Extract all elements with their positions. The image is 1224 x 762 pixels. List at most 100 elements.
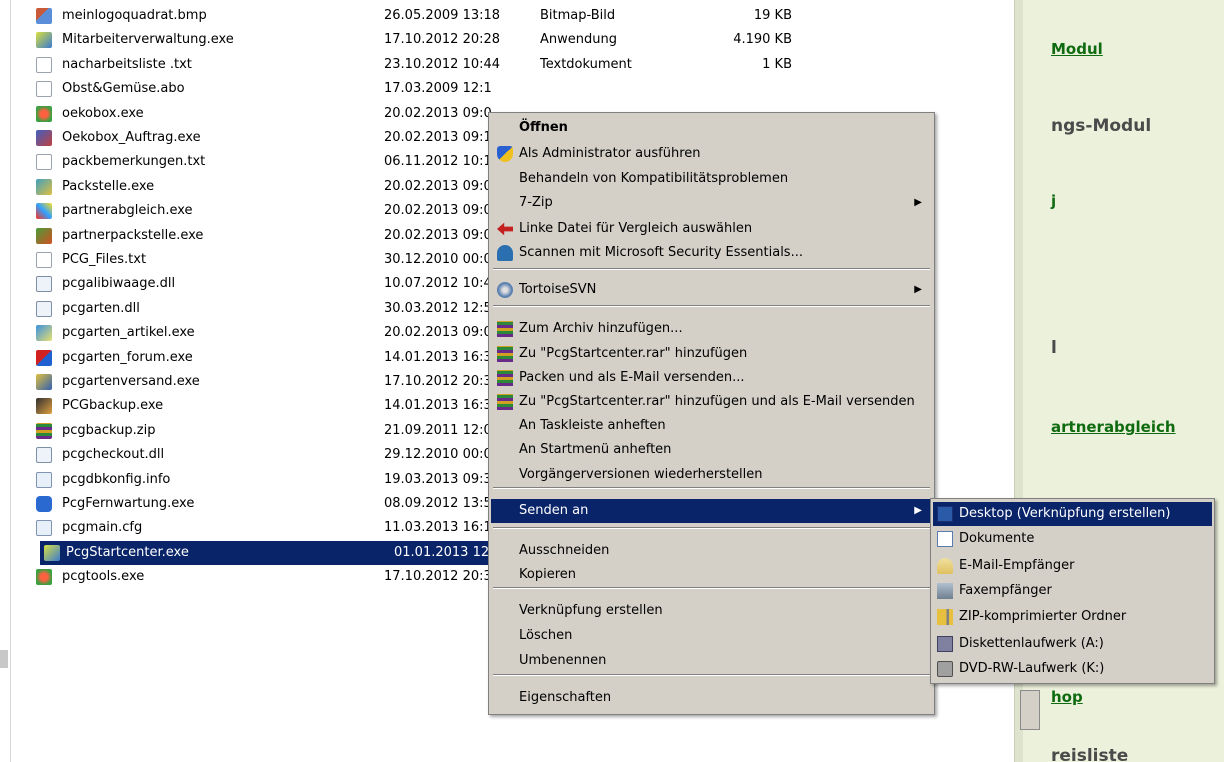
menu-item-dvd-rw-laufwerk-k[interactable]: DVD-RW-Laufwerk (K:) bbox=[933, 657, 1212, 681]
menu-item-vorgängerversionen-wiederherstellen[interactable]: Vorgängerversionen wiederherstellen bbox=[491, 463, 932, 487]
file-date: 23.10.2012 10:44 bbox=[384, 57, 501, 72]
menu-separator bbox=[493, 674, 930, 676]
file-name: pcgbackup.zip bbox=[62, 423, 156, 438]
menu-item-e-mail-empfänger[interactable]: E-Mail-Empfänger bbox=[933, 554, 1212, 578]
menu-item-verknüpfung-erstellen[interactable]: Verknüpfung erstellen bbox=[491, 599, 932, 623]
file-row[interactable]: nacharbeitsliste .txt 23.10.2012 10:44 Tex… bbox=[30, 53, 990, 77]
menu-item-label: E-Mail-Empfänger bbox=[959, 558, 1075, 573]
menu-item-label: Senden an bbox=[519, 503, 589, 518]
menu-item-label: An Taskleiste anheften bbox=[519, 418, 666, 433]
file-row[interactable]: Mitarbeiterverwaltung.exe 17.10.2012 20:2… bbox=[30, 28, 990, 52]
menu-item-ausschneiden[interactable]: Ausschneiden bbox=[491, 539, 932, 563]
file-name: partnerpackstelle.exe bbox=[62, 228, 204, 243]
menu-item-zum-archiv-hinzufügen[interactable]: Zum Archiv hinzufügen... bbox=[491, 317, 932, 341]
menu-item-kopieren[interactable]: Kopieren bbox=[491, 563, 932, 587]
file-date: 20.02.2013 09:0 bbox=[384, 203, 492, 218]
file-name: PCGbackup.exe bbox=[62, 398, 164, 413]
submenu-arrow-icon: ▶ bbox=[914, 197, 922, 208]
menu-item-scannen-mit-microsoft-security-essentials[interactable]: Scannen mit Microsoft Security Essential… bbox=[491, 241, 932, 265]
menu-item-öffnen[interactable]: Öffnen bbox=[491, 116, 932, 140]
file-row[interactable]: meinlogoquadrat.bmp 26.05.2009 13:18 Bitma… bbox=[30, 4, 990, 28]
file-date: 20.02.2013 09:0 bbox=[384, 106, 492, 121]
file-date: 14.01.2013 16:3 bbox=[384, 350, 492, 365]
file-name: partnerabgleich.exe bbox=[62, 203, 193, 218]
winrar-icon bbox=[497, 394, 513, 410]
menu-item-label: Vorgängerversionen wiederherstellen bbox=[519, 467, 763, 482]
file-name: PCG_Files.txt bbox=[62, 252, 147, 267]
dll-icon bbox=[36, 276, 52, 292]
sendto-submenu: Desktop (Verknüpfung erstellen) Dokumente… bbox=[930, 498, 1215, 684]
menu-item-label: Löschen bbox=[519, 628, 573, 643]
application-icon bbox=[36, 179, 52, 195]
winrar-icon bbox=[497, 321, 513, 337]
file-date: 10.07.2012 10:4 bbox=[384, 276, 492, 291]
file-name: PcgStartcenter.exe bbox=[66, 545, 189, 560]
menu-item-an-startmenü-anheften[interactable]: An Startmenü anheften bbox=[491, 438, 932, 462]
application-icon bbox=[36, 374, 52, 390]
menu-item-linke-datei-für-vergleich-auswählen[interactable]: Linke Datei für Vergleich auswählen bbox=[491, 217, 932, 241]
menu-item-zip-komprimierter-ordner[interactable]: ZIP-komprimierter Ordner bbox=[933, 605, 1212, 629]
menu-item-faxempfänger[interactable]: Faxempfänger bbox=[933, 579, 1212, 603]
application-icon bbox=[36, 228, 52, 244]
dll-icon bbox=[36, 301, 52, 317]
menu-item-eigenschaften[interactable]: Eigenschaften bbox=[491, 686, 932, 710]
fax-icon bbox=[937, 583, 953, 599]
file-name: pcgarten_artikel.exe bbox=[62, 325, 195, 340]
application-icon bbox=[36, 398, 52, 414]
application-icon bbox=[36, 106, 52, 122]
menu-item-label: Zu "PcgStartcenter.rar" hinzufügen und a… bbox=[519, 394, 915, 409]
menu-item-zu-pcgstartcenter-rar-hinzufügen[interactable]: Zu "PcgStartcenter.rar" hinzufügen bbox=[491, 342, 932, 366]
menu-item-label: Zum Archiv hinzufügen... bbox=[519, 321, 683, 336]
file-date: 17.03.2009 12:1 bbox=[384, 81, 492, 96]
panel-link-shop[interactable]: hop bbox=[1051, 688, 1083, 706]
file-date: 20.02.2013 09:0 bbox=[384, 179, 492, 194]
panel-link-modul[interactable]: Modul bbox=[1051, 40, 1103, 58]
left-scrollbar-strip[interactable] bbox=[0, 0, 11, 762]
file-name: Obst&Gemüse.abo bbox=[62, 81, 185, 96]
file-name: meinlogoquadrat.bmp bbox=[62, 8, 207, 23]
menu-item-umbenennen[interactable]: Umbenennen bbox=[491, 649, 932, 673]
panel-link-j[interactable]: j bbox=[1051, 192, 1056, 210]
menu-item-label: 7-Zip bbox=[519, 195, 553, 210]
file-date: 17.10.2012 20:28 bbox=[384, 32, 501, 47]
menu-item-an-taskleiste-anheften[interactable]: An Taskleiste anheften bbox=[491, 414, 932, 438]
menu-item-tortoisesvn[interactable]: TortoiseSVN ▶ bbox=[491, 278, 932, 302]
file-date: 30.03.2012 12:5 bbox=[384, 301, 492, 316]
teamviewer-icon bbox=[36, 496, 52, 512]
menu-item-zu-pcgstartcenter-rar-hinzufügen-und-als-e-mail-versenden[interactable]: Zu "PcgStartcenter.rar" hinzufügen und a… bbox=[491, 390, 932, 414]
menu-item-desktop-verknüpfung-erstellen[interactable]: Desktop (Verknüpfung erstellen) bbox=[933, 502, 1212, 526]
file-row[interactable]: Obst&Gemüse.abo 17.03.2009 12:1 bbox=[30, 77, 990, 101]
file-name: pcgarten.dll bbox=[62, 301, 140, 316]
menu-separator bbox=[493, 487, 930, 489]
menu-item-7-zip[interactable]: 7-Zip ▶ bbox=[491, 191, 932, 215]
uac-shield-icon bbox=[497, 146, 513, 162]
file-date: 17.10.2012 20:35 bbox=[384, 569, 501, 584]
file-name: Packstelle.exe bbox=[62, 179, 155, 194]
menu-item-senden-an[interactable]: Senden an ▶ bbox=[491, 499, 932, 523]
application-icon bbox=[36, 325, 52, 341]
compare-arrow-icon bbox=[497, 222, 513, 236]
file-name: packbemerkungen.txt bbox=[62, 154, 206, 169]
menu-item-als-administrator-ausführen[interactable]: Als Administrator ausführen bbox=[491, 142, 932, 166]
submenu-arrow-icon: ▶ bbox=[914, 505, 922, 516]
file-date: 20.02.2013 09:1 bbox=[384, 130, 492, 145]
config-file-icon bbox=[36, 520, 52, 536]
file-date: 11.03.2013 16:1 bbox=[384, 520, 492, 535]
file-size: 1 KB bbox=[762, 57, 792, 72]
text-document-icon bbox=[36, 154, 52, 170]
menu-item-label: Öffnen bbox=[519, 120, 568, 135]
panel-scrollbar-thumb[interactable] bbox=[1020, 690, 1040, 730]
menu-item-behandeln-von-kompatibilitätsproblemen[interactable]: Behandeln von Kompatibilitätsproblemen bbox=[491, 167, 932, 191]
security-essentials-icon bbox=[497, 245, 513, 261]
panel-text-ngs-modul: ngs-Modul bbox=[1051, 116, 1152, 136]
context-menu: Öffnen Als Administrator ausführen Behande… bbox=[488, 112, 935, 715]
file-name: nacharbeitsliste .txt bbox=[62, 57, 192, 72]
menu-item-packen-und-als-e-mail-versenden[interactable]: Packen und als E-Mail versenden... bbox=[491, 366, 932, 390]
menu-item-dokumente[interactable]: Dokumente bbox=[933, 527, 1212, 551]
application-icon bbox=[36, 350, 52, 366]
menu-item-löschen[interactable]: Löschen bbox=[491, 624, 932, 648]
menu-item-diskettenlaufwerk-a[interactable]: Diskettenlaufwerk (A:) bbox=[933, 632, 1212, 656]
tortoisesvn-icon bbox=[497, 282, 513, 298]
menu-item-label: Behandeln von Kompatibilitätsproblemen bbox=[519, 171, 789, 186]
panel-link-partnerabgleich[interactable]: artnerabgleich bbox=[1051, 418, 1176, 436]
